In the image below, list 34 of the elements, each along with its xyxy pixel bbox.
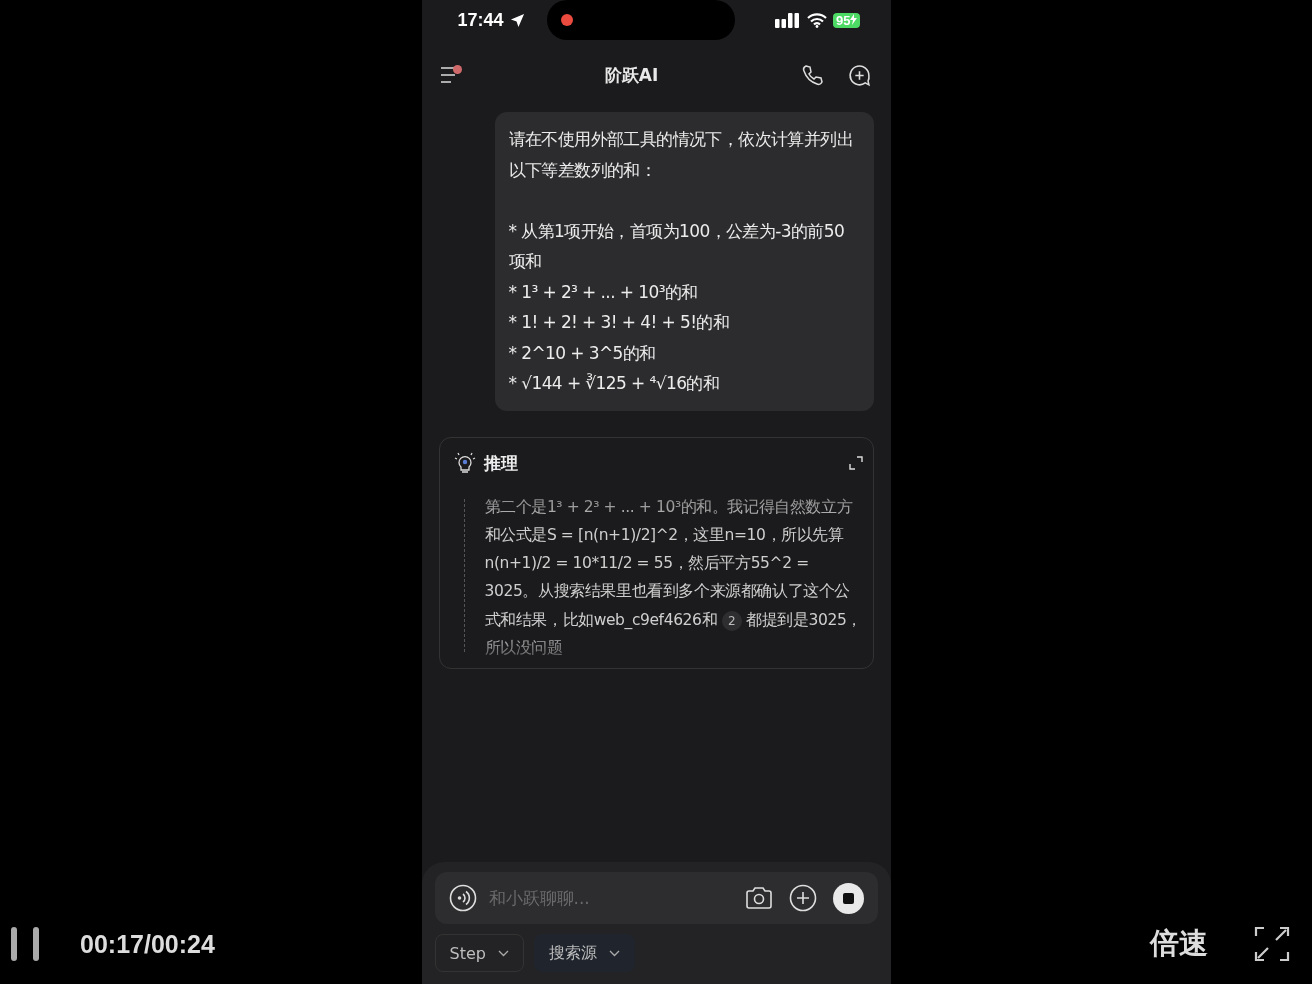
chevron-down-icon xyxy=(608,949,620,957)
option-dropdown[interactable]: 搜索源 xyxy=(533,934,635,972)
message-bullet: * √144 + ∛125 + ⁴√16的和 xyxy=(508,372,721,395)
chat-input[interactable]: 和小跃聊聊... xyxy=(486,887,735,909)
new-chat-button[interactable] xyxy=(847,62,873,88)
chevron-down-icon xyxy=(497,949,509,957)
playback-speed-button[interactable]: 倍速 xyxy=(1150,924,1208,964)
wifi-icon xyxy=(807,12,827,28)
option-dropdown[interactable]: Step xyxy=(434,934,524,972)
voice-button[interactable] xyxy=(448,884,477,912)
stop-button[interactable] xyxy=(832,882,864,914)
message-bullet: * 1! + 2! + 3! + 4! + 5!的和 xyxy=(508,311,731,334)
message-bullet: * 1³ + 2³ + ... + 10³的和 xyxy=(508,280,699,304)
cellular-signal-icon xyxy=(775,12,801,28)
video-time: 00:17/00:24 xyxy=(80,929,215,959)
charging-bolt-icon xyxy=(850,13,858,25)
citation-link[interactable]: 2 xyxy=(721,610,742,631)
app-title: 阶跃AI xyxy=(604,63,659,87)
expand-button[interactable] xyxy=(848,456,863,470)
add-button[interactable] xyxy=(788,884,817,912)
location-arrow-icon xyxy=(509,12,525,28)
reasoning-title: 推理 xyxy=(483,451,518,475)
fullscreen-button[interactable] xyxy=(1254,926,1290,962)
message-bullet: * 从第1项开始，首项为100，公差为-3的前50项和 xyxy=(508,219,846,273)
battery-level: 95 xyxy=(833,12,861,28)
camera-button[interactable] xyxy=(744,885,773,911)
pause-button[interactable] xyxy=(10,926,40,962)
message-bullet: * 2^10 + 3^5的和 xyxy=(508,341,657,365)
phone-call-button[interactable] xyxy=(801,63,826,87)
message-text: 请在不使用外部工具的情况下，依次计算并列出以下等差数列的和： xyxy=(508,128,854,182)
reasoning-text: 第二个是1³ + 2³ + ... + 10³的和。我记得自然数立方和公式是S = [n(n+1)/2]^2，这里n=10，所以先算n(n+1)/2 = 10*11/2 = 55，然后平方55^2 = 3025。从搜索结果里也看到多个来源都确认了这个公式和结果，比如web_c9ef4626和 2 都提到是3025，所以没问题 xyxy=(484,496,863,659)
lightbulb-icon xyxy=(453,452,476,474)
menu-button[interactable] xyxy=(439,65,462,85)
status-time: 17:44 xyxy=(457,9,504,31)
